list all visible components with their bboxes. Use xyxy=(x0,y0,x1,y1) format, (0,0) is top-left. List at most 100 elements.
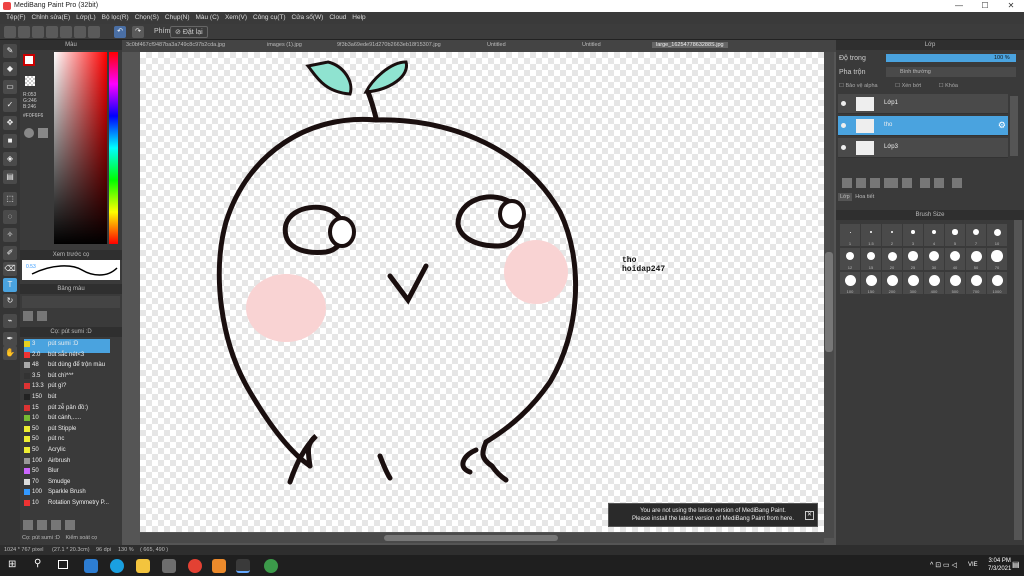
snap-icon[interactable] xyxy=(74,26,86,38)
reset-button[interactable]: ⊘ Đặt lại xyxy=(170,26,208,38)
update-notice[interactable]: You are not using the latest version of … xyxy=(608,503,818,527)
brush-size-cell[interactable]: 1 xyxy=(840,224,860,246)
brush-size-scrollbar[interactable] xyxy=(1014,220,1022,540)
file-explorer-icon[interactable] xyxy=(136,559,150,573)
brush-size-cell[interactable]: 4 xyxy=(924,224,944,246)
brush-size-cell[interactable]: 400 xyxy=(924,272,944,294)
hue-slider[interactable] xyxy=(109,52,118,244)
delete-layer-icon[interactable] xyxy=(952,178,962,188)
windows-store-icon[interactable] xyxy=(84,559,98,573)
color-wheel-icon[interactable] xyxy=(24,128,34,138)
document-tab-0[interactable]: 3c0bf467cf9487ba3a749c8c97b2cda.jpg xyxy=(126,42,225,48)
menu-item-6[interactable]: Màu (C) xyxy=(195,12,218,24)
color-slider-icon[interactable] xyxy=(38,128,48,138)
brush-tab-active[interactable]: Cọ: pút sumi :D xyxy=(22,535,60,541)
layer-visibility-icon[interactable] xyxy=(841,145,846,150)
brush-tab-control[interactable]: Kiểm soát cọ xyxy=(65,535,97,541)
pen-tool-icon[interactable]: ✒ xyxy=(3,332,17,346)
brush-tool-icon[interactable]: ✎ xyxy=(3,44,17,58)
document-tab-5[interactable]: large_1625477863288S.jpg xyxy=(652,42,728,48)
brush-size-cell[interactable]: 150 xyxy=(861,272,881,294)
brush-item[interactable]: 10 Rotation Symmetry P... xyxy=(24,498,110,512)
brush-settings-icon[interactable] xyxy=(50,520,61,530)
start-icon[interactable]: ⊞ xyxy=(8,559,16,570)
brush-size-cell[interactable]: 200 xyxy=(882,272,902,294)
operation-tool-icon[interactable]: ↻ xyxy=(3,294,17,308)
document-tab-2[interactable]: 9f3b3a69ede91d270b2663eb18f15307.jpg xyxy=(337,42,441,48)
color-saturation-picker[interactable] xyxy=(54,52,107,244)
brush-size-cell[interactable]: 100 xyxy=(840,272,860,294)
tray-icons[interactable]: ^ ⊡ ▭ ◁ xyxy=(930,561,957,569)
document-tab-1[interactable]: images (1).jpg xyxy=(267,42,302,48)
green-app-icon[interactable] xyxy=(264,559,278,573)
brush-size-cell[interactable]: 30 xyxy=(924,248,944,270)
brush-size-cell[interactable]: 50 xyxy=(966,248,986,270)
eraser-tool-icon[interactable]: ◆ xyxy=(3,62,17,76)
brush-size-cell[interactable]: 5 xyxy=(945,224,965,246)
task-view-icon[interactable] xyxy=(58,560,68,569)
menu-item-0[interactable]: Tệp(F) xyxy=(6,12,26,24)
notification-icon[interactable]: ▤ xyxy=(1012,560,1020,569)
foreground-color-swatch[interactable] xyxy=(23,54,35,66)
new-halftone-layer-icon[interactable] xyxy=(856,178,866,188)
grid-icon[interactable] xyxy=(60,26,72,38)
select-pen-icon[interactable]: ✐ xyxy=(3,246,17,260)
select-tool-icon[interactable]: ⬚ xyxy=(3,192,17,206)
menu-item-11[interactable]: Help xyxy=(352,12,365,24)
gradient-tool-icon[interactable]: ▤ xyxy=(3,170,17,184)
vertical-scrollbar[interactable] xyxy=(824,52,834,538)
layer-visibility-icon[interactable] xyxy=(841,101,846,106)
layer-visibility-icon[interactable] xyxy=(841,123,846,128)
palette-new-icon[interactable] xyxy=(23,311,33,321)
menu-item-8[interactable]: Công cụ(T) xyxy=(253,12,286,24)
hand-tool-icon[interactable]: ✋ xyxy=(3,346,17,360)
layer-folder-icon[interactable] xyxy=(902,178,912,188)
drawing-canvas[interactable]: tho hoidap247 xyxy=(140,52,824,532)
close-button[interactable]: ✕ xyxy=(998,0,1024,12)
brush-size-cell[interactable]: 20 xyxy=(882,248,902,270)
text-tool-icon[interactable]: T xyxy=(3,278,17,292)
cloud-icon[interactable] xyxy=(32,26,44,38)
blend-select[interactable]: Bình thường xyxy=(886,67,1016,77)
vertical-scroll-thumb[interactable] xyxy=(825,252,833,352)
palette-select[interactable] xyxy=(22,296,120,308)
chrome-icon[interactable] xyxy=(188,559,202,573)
brush-size-cell[interactable]: 40 xyxy=(945,248,965,270)
save-icon[interactable] xyxy=(46,26,58,38)
move-tool-icon[interactable]: ✥ xyxy=(3,116,17,130)
layer-row[interactable]: Lớp1 xyxy=(838,94,1008,114)
horizontal-scroll-thumb[interactable] xyxy=(384,535,558,541)
document-tab-3[interactable]: Untitled xyxy=(487,42,506,48)
rectangle-tool-icon[interactable]: ▭ xyxy=(3,80,17,94)
horizontal-scrollbar[interactable] xyxy=(140,533,824,543)
menu-item-10[interactable]: Cloud xyxy=(329,12,346,24)
layer-row[interactable]: Lớp3 xyxy=(838,138,1008,158)
brush-size-cell[interactable]: 15 xyxy=(861,248,881,270)
brush-size-cell[interactable]: 12 xyxy=(840,248,860,270)
menu-item-2[interactable]: Lớp(L) xyxy=(76,12,95,24)
new-file-icon[interactable] xyxy=(4,26,16,38)
minimize-button[interactable]: — xyxy=(946,0,972,12)
brush-size-cell[interactable]: 700 xyxy=(966,272,986,294)
brush-size-cell[interactable]: 3 xyxy=(903,224,923,246)
maximize-button[interactable]: ☐ xyxy=(972,0,998,12)
brush-size-cell[interactable]: 7 xyxy=(966,224,986,246)
clock[interactable]: 3:04 PM 7/3/2021 xyxy=(988,557,1011,573)
search-icon[interactable]: ⚲ xyxy=(34,558,41,569)
select-eraser-icon[interactable]: ⌫ xyxy=(3,262,17,276)
brush-size-cell[interactable]: 10 xyxy=(987,224,1007,246)
document-tab-4[interactable]: Untitled xyxy=(582,42,601,48)
redo-icon[interactable]: ↷ xyxy=(132,26,144,38)
undo-icon[interactable]: ↶ xyxy=(114,26,126,38)
edge-icon[interactable] xyxy=(110,559,124,573)
brush-size-cell[interactable]: 2 xyxy=(882,224,902,246)
menu-item-4[interactable]: Chọn(S) xyxy=(135,12,159,24)
brush-size-cell[interactable]: 1000 xyxy=(987,272,1007,294)
eyedropper-icon[interactable]: ⌁ xyxy=(3,314,17,328)
new-8bit-layer-icon[interactable] xyxy=(870,178,880,188)
protect-alpha-checkbox[interactable]: ☐ Bảo vệ alpha xyxy=(839,83,878,89)
brush-size-cell[interactable]: 500 xyxy=(945,272,965,294)
brush-size-cell[interactable]: 1.5 xyxy=(861,224,881,246)
brush-size-cell[interactable]: 25 xyxy=(903,248,923,270)
menu-item-9[interactable]: Cửa sổ(W) xyxy=(292,12,324,24)
